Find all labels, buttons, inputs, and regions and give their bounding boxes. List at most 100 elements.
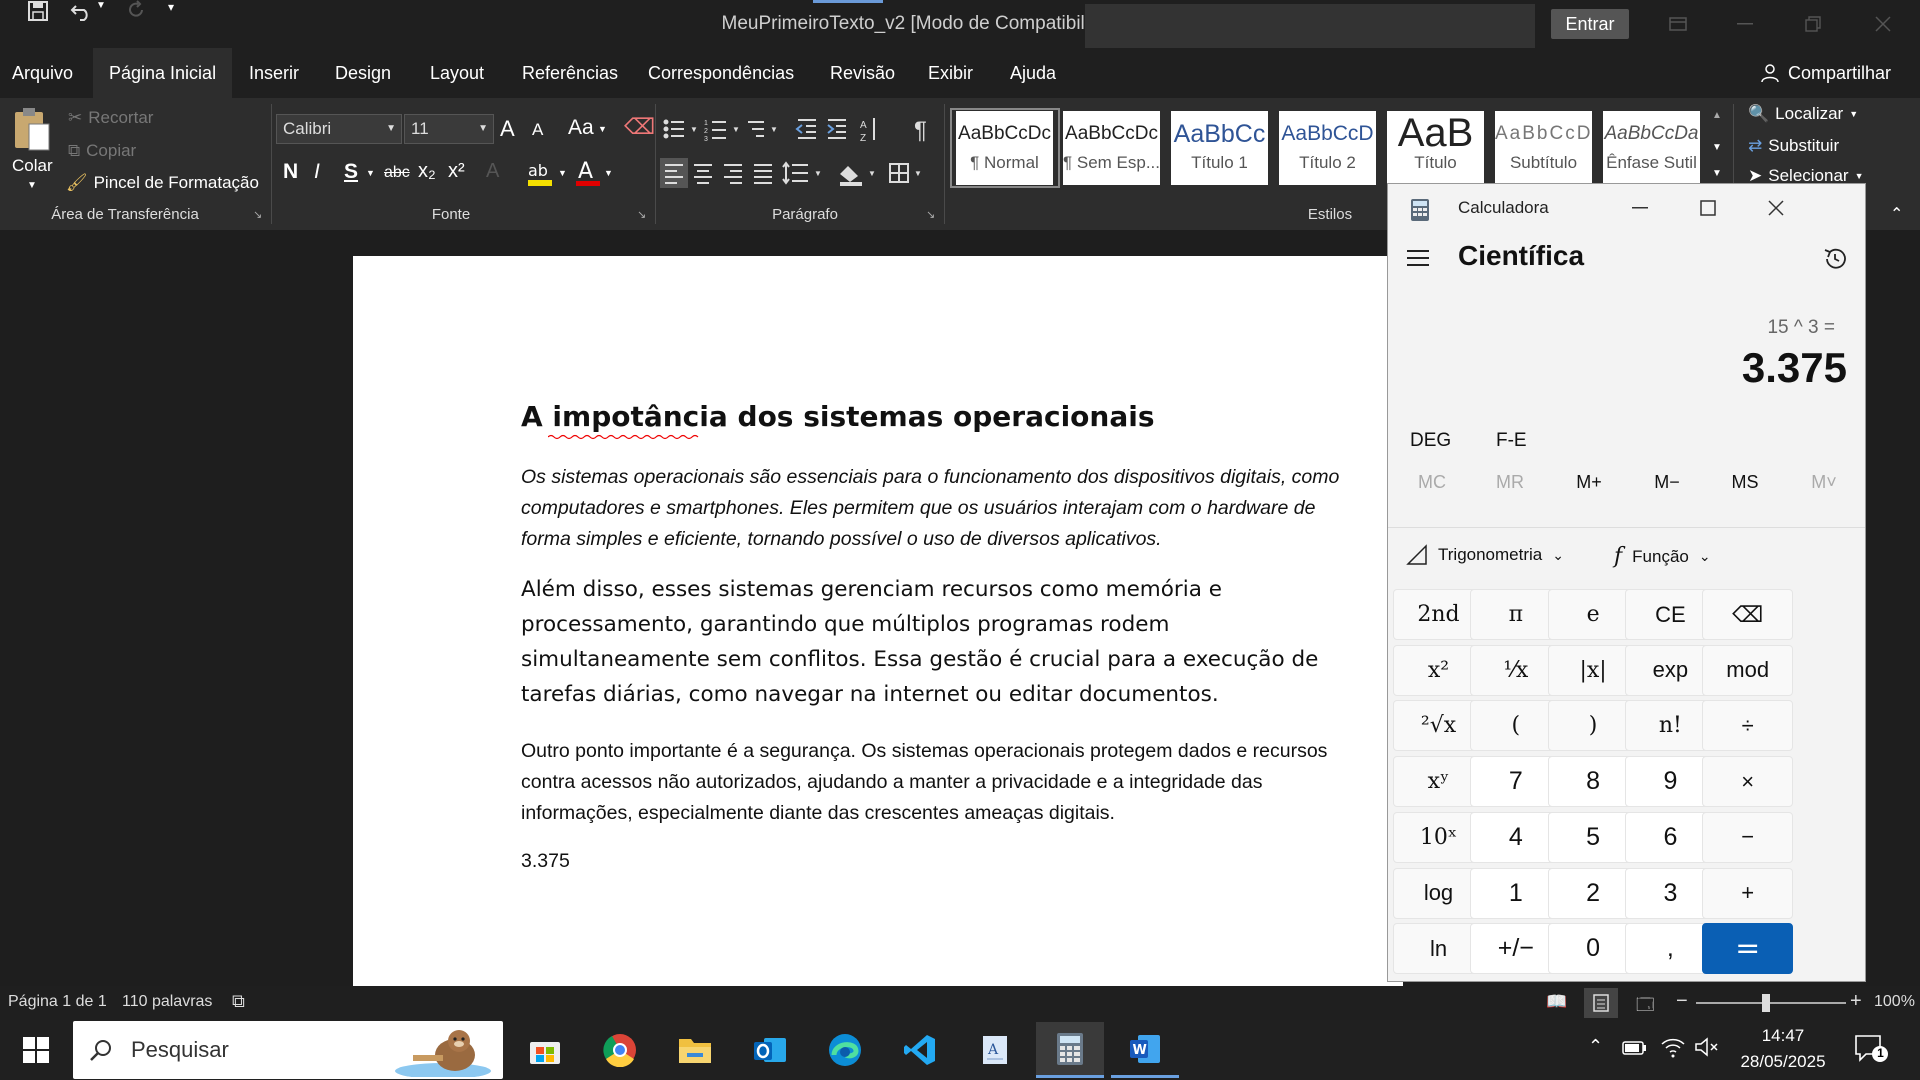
web-layout-icon[interactable]: 🗔 [1636, 992, 1654, 1021]
tab-design[interactable]: Design [323, 48, 403, 98]
tab-exibir[interactable]: Exibir [916, 48, 985, 98]
collapse-ribbon-icon[interactable]: ⌃ [1890, 204, 1903, 224]
start-button[interactable] [2, 1022, 70, 1078]
multiply-key[interactable]: × [1702, 756, 1794, 808]
chevron-down-icon[interactable]: ▼ [366, 168, 375, 178]
tab-referencias[interactable]: Referências [510, 48, 630, 98]
outlook-icon[interactable] [736, 1022, 804, 1078]
text-editor-icon[interactable]: A [961, 1022, 1029, 1078]
tab-correspondencias[interactable]: Correspondências [636, 48, 806, 98]
equals-key[interactable]: = [1702, 923, 1794, 975]
vscode-icon[interactable] [886, 1022, 954, 1078]
add-key[interactable]: + [1702, 867, 1794, 919]
paragraph-2[interactable]: Além disso, esses sistemas gerenciam rec… [521, 572, 1361, 712]
backspace-key[interactable]: ⌫ [1702, 589, 1794, 640]
document-page[interactable]: A impotância dos sistemas operacionais O… [353, 256, 1403, 986]
style-sem-espacamento[interactable]: AaBbCcDc ¶ Sem Esp... [1063, 111, 1160, 185]
minimize-icon[interactable] [1712, 0, 1778, 48]
paragraph-1[interactable]: Os sistemas operacionais são essenciais … [521, 462, 1361, 555]
wifi-icon[interactable] [1660, 1036, 1686, 1058]
taskbar-clock[interactable]: 14:47 [1738, 1026, 1828, 1046]
styles-scroll-down-icon[interactable]: ▼ [1712, 142, 1722, 153]
notification-center-icon[interactable]: 1 [1854, 1034, 1888, 1064]
tray-overflow-icon[interactable]: ⌃ [1588, 1036, 1603, 1057]
word-count[interactable]: 110 palavras [122, 993, 212, 1011]
calculator-taskbar-icon[interactable] [1036, 1022, 1104, 1078]
tab-revisao[interactable]: Revisão [818, 48, 907, 98]
style-enfase-sutil[interactable]: AaBbCcDa Ênfase Sutil [1603, 111, 1700, 185]
tab-pagina-inicial[interactable]: Página Inicial [93, 48, 233, 98]
styles-scroll-up-icon[interactable]: ▲ [1712, 110, 1722, 121]
volume-muted-icon[interactable] [1694, 1036, 1720, 1058]
find-button[interactable]: 🔍 Localizar ▼ [1748, 104, 1858, 124]
underline-button[interactable]: S [344, 160, 358, 184]
print-layout-icon[interactable] [1584, 988, 1618, 1018]
chevron-down-icon[interactable]: ▼ [558, 168, 567, 178]
highlight-icon[interactable]: ab [526, 158, 554, 188]
zoom-slider-thumb[interactable] [1762, 994, 1770, 1012]
restore-icon[interactable] [1780, 0, 1846, 48]
read-mode-icon[interactable]: 📖 [1546, 992, 1567, 1012]
tab-ajuda[interactable]: Ajuda [998, 48, 1068, 98]
edge-icon[interactable] [811, 1022, 879, 1078]
subscript-button[interactable]: x₂ [418, 160, 436, 183]
document-heading[interactable]: A impotância dos sistemas operacionais [521, 400, 1361, 433]
styles-more-icon[interactable]: ▼ [1712, 168, 1722, 179]
format-painter-button[interactable]: 🖌 Pincel de Formatação [66, 173, 259, 193]
taskbar-date[interactable]: 28/05/2025 [1730, 1052, 1836, 1072]
customize-toolbar-icon[interactable]: ▾ [168, 0, 174, 14]
zoom-out-button[interactable]: − [1676, 990, 1688, 1013]
style-titulo-2[interactable]: AaBbCcD Título 2 [1279, 111, 1376, 185]
zoom-level[interactable]: 100% [1874, 993, 1915, 1011]
paragraph-4[interactable]: 3.375 [521, 850, 1361, 873]
font-color-icon[interactable]: A [574, 158, 602, 188]
paragraph-3[interactable]: Outro ponto importante é a segurança. Os… [521, 736, 1361, 829]
battery-icon[interactable] [1622, 1036, 1648, 1058]
strikethrough-button[interactable]: abc [384, 164, 410, 182]
font-size-select[interactable]: 11 ▼ [404, 114, 494, 144]
paragraph-launcher-icon[interactable]: ↘ [926, 208, 935, 221]
style-subtitulo[interactable]: AaBbCcD Subtítulo [1495, 111, 1592, 185]
font-name-select[interactable]: Calibri ▼ [276, 114, 402, 144]
paste-dropdown-icon[interactable]: ▼ [27, 180, 37, 191]
paste-label[interactable]: Colar [12, 156, 53, 176]
zoom-slider-track[interactable] [1696, 1002, 1846, 1004]
close-icon[interactable] [1850, 0, 1916, 48]
font-launcher-icon[interactable]: ↘ [637, 208, 646, 221]
signin-button[interactable]: Entrar [1551, 9, 1629, 39]
file-explorer-icon[interactable] [661, 1022, 729, 1078]
page-count[interactable]: Página 1 de 1 [8, 993, 107, 1011]
italic-button[interactable]: I [314, 160, 320, 184]
replace-button[interactable]: ⇄ Substituir [1748, 136, 1839, 156]
clear-formatting-icon[interactable]: ⌫ [624, 114, 655, 140]
tab-arquivo[interactable]: Arquivo [0, 48, 85, 98]
shrink-font-button[interactable]: A [532, 120, 543, 140]
chevron-down-icon[interactable]: ▼ [598, 124, 607, 134]
undo-icon[interactable] [70, 0, 94, 22]
proofing-icon[interactable]: ⧉ [232, 991, 245, 1012]
bold-button[interactable]: N [283, 160, 298, 184]
subtract-key[interactable]: − [1702, 811, 1794, 863]
paste-icon[interactable] [12, 106, 52, 154]
change-case-button[interactable]: Aa [568, 116, 594, 140]
chevron-down-icon[interactable]: ▼ [604, 168, 613, 178]
grow-font-button[interactable]: A [500, 116, 515, 142]
style-normal[interactable]: AaBbCcDc ¶ Normal [956, 111, 1053, 185]
superscript-button[interactable]: x² [448, 160, 465, 183]
chrome-icon[interactable] [586, 1022, 654, 1078]
word-taskbar-icon[interactable]: W [1111, 1022, 1179, 1078]
microsoft-store-icon[interactable] [511, 1022, 579, 1078]
undo-dropdown-icon[interactable]: ▼ [96, 0, 112, 11]
zoom-in-button[interactable]: + [1850, 990, 1862, 1013]
mod-key[interactable]: mod [1702, 644, 1794, 696]
style-titulo-1[interactable]: AaBbCc Título 1 [1171, 111, 1268, 185]
tab-layout[interactable]: Layout [418, 48, 496, 98]
save-icon[interactable] [27, 0, 49, 22]
taskbar-search-box[interactable]: Pesquisar [73, 1021, 503, 1079]
tab-inserir[interactable]: Inserir [237, 48, 311, 98]
divide-key[interactable]: ÷ [1702, 700, 1794, 752]
ribbon-display-icon[interactable] [1645, 0, 1711, 48]
style-titulo[interactable]: AaB Título [1387, 111, 1484, 185]
clipboard-launcher-icon[interactable]: ↘ [253, 208, 262, 221]
share-button[interactable]: Compartilhar [1760, 48, 1891, 98]
